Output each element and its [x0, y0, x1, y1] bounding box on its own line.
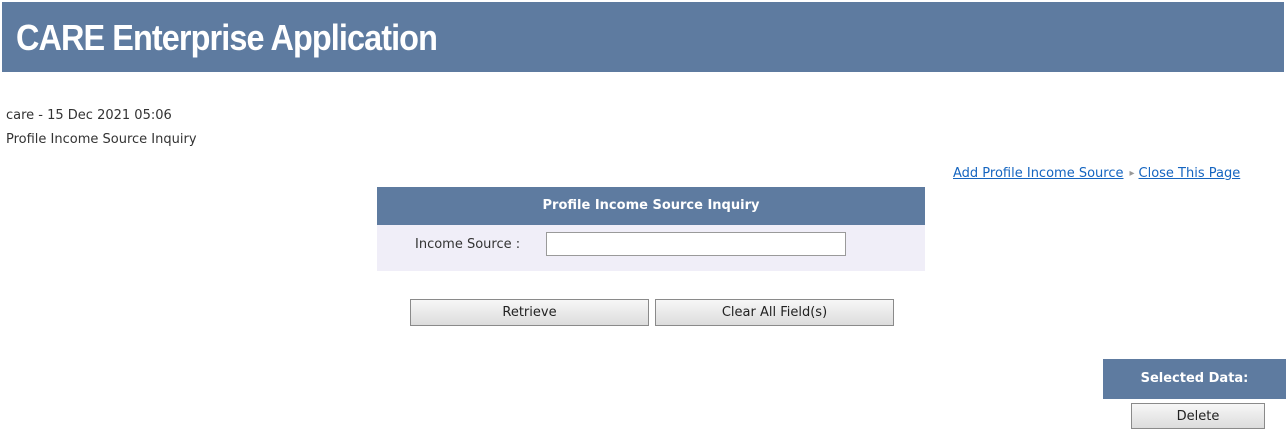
close-page-link[interactable]: Close This Page [1139, 166, 1241, 181]
user-timestamp: care - 15 Dec 2021 05:06 [6, 108, 172, 123]
add-profile-income-source-link[interactable]: Add Profile Income Source [953, 166, 1123, 181]
inquiry-form-title: Profile Income Source Inquiry [377, 187, 925, 225]
selected-data-header: Selected Data: [1103, 359, 1286, 399]
income-source-input[interactable] [546, 232, 846, 256]
clear-all-fields-button[interactable]: Clear All Field(s) [655, 299, 894, 326]
app-title: CARE Enterprise Application [16, 17, 438, 58]
page-title: Profile Income Source Inquiry [6, 132, 197, 147]
inquiry-form-panel: Profile Income Source Inquiry Income Sou… [377, 187, 925, 271]
delete-button[interactable]: Delete [1131, 403, 1265, 429]
app-banner: CARE Enterprise Application [2, 2, 1284, 72]
inquiry-form-body: Income Source : [377, 225, 925, 271]
retrieve-button[interactable]: Retrieve [410, 299, 649, 326]
action-links: Add Profile Income Source ▸ Close This Pag… [953, 166, 1240, 181]
income-source-label: Income Source : [415, 237, 521, 252]
link-separator-icon: ▸ [1129, 168, 1135, 179]
page: CARE Enterprise Application care - 15 De… [0, 0, 1286, 429]
